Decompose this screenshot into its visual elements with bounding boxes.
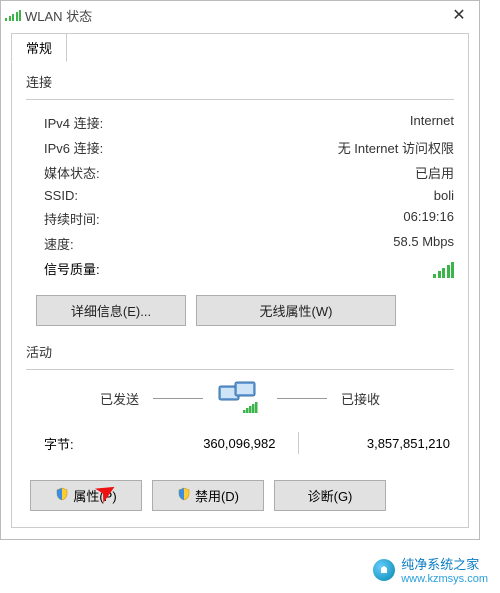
window-title: WLAN 状态 [25,6,92,25]
bytes-label: 字节: [44,434,124,453]
bytes-sent-value: 360,096,982 [124,436,298,451]
network-computers-icon [217,380,263,416]
details-button-label: 详细信息(E)... [71,304,151,319]
details-button[interactable]: 详细信息(E)... [36,295,186,326]
diagnose-button[interactable]: 诊断(G) [274,480,386,511]
dash-icon [277,398,327,399]
titlebar: WLAN 状态 ✕ [1,1,479,29]
bytes-recv-value: 3,857,851,210 [299,436,455,451]
row-speed: 速度: 58.5 Mbps [26,231,454,256]
duration-value: 06:19:16 [403,209,454,228]
watermark-logo-icon [373,559,395,581]
properties-button-label: 属性(P) [73,486,116,505]
properties-button[interactable]: 属性(P) [30,480,142,511]
dash-icon [153,398,203,399]
wireless-properties-button[interactable]: 无线属性(W) [196,295,396,326]
row-ipv6: IPv6 连接: 无 Internet 访问权限 [26,135,454,160]
row-ssid: SSID: boli [26,185,454,206]
signal-bars-icon [433,262,454,278]
media-label: 媒体状态: [44,163,100,182]
disable-button[interactable]: 禁用(D) [152,480,264,511]
speed-label: 速度: [44,234,74,253]
content-frame: 常规 连接 IPv4 连接: Internet IPv6 连接: 无 Inter… [11,33,469,528]
row-ipv4: IPv4 连接: Internet [26,110,454,135]
diagnose-button-label: 诊断(G) [308,486,353,505]
divider [26,99,454,100]
ssid-label: SSID: [44,188,78,203]
ssid-value: boli [434,188,454,203]
shield-icon [55,487,69,504]
speed-value: 58.5 Mbps [393,234,454,253]
divider [26,369,454,370]
row-signal: 信号质量: [26,256,454,281]
row-duration: 持续时间: 06:19:16 [26,206,454,231]
bytes-row: 字节: 360,096,982 3,857,851,210 [26,422,454,458]
connection-heading: 连接 [26,72,454,91]
wireless-properties-button-label: 无线属性(W) [260,304,333,319]
tab-general-label: 常规 [26,41,52,56]
shield-icon [177,487,191,504]
signal-label: 信号质量: [44,259,100,278]
ipv4-value: Internet [410,113,454,132]
wlan-status-window: WLAN 状态 ✕ 常规 连接 IPv4 连接: Internet IPv6 连… [0,0,480,540]
wifi-icon [5,10,21,21]
ipv6-value: 无 Internet 访问权限 [338,138,454,157]
close-button[interactable]: ✕ [447,3,471,27]
ipv6-label: IPv6 连接: [44,138,103,157]
watermark-name: 纯净系统之家 [401,557,479,572]
duration-label: 持续时间: [44,209,100,228]
activity-heading: 活动 [26,342,454,361]
close-icon: ✕ [452,5,465,25]
media-value: 已启用 [415,163,454,182]
ipv4-label: IPv4 连接: [44,113,103,132]
activity-header: 已发送 [26,380,454,416]
watermark: 纯净系统之家 www.kzmsys.com [373,554,488,585]
sent-label: 已发送 [100,389,139,408]
row-media: 媒体状态: 已启用 [26,160,454,185]
watermark-url: www.kzmsys.com [401,573,488,585]
recv-label: 已接收 [341,389,380,408]
tab-general[interactable]: 常规 [11,33,67,62]
disable-button-label: 禁用(D) [195,486,239,505]
